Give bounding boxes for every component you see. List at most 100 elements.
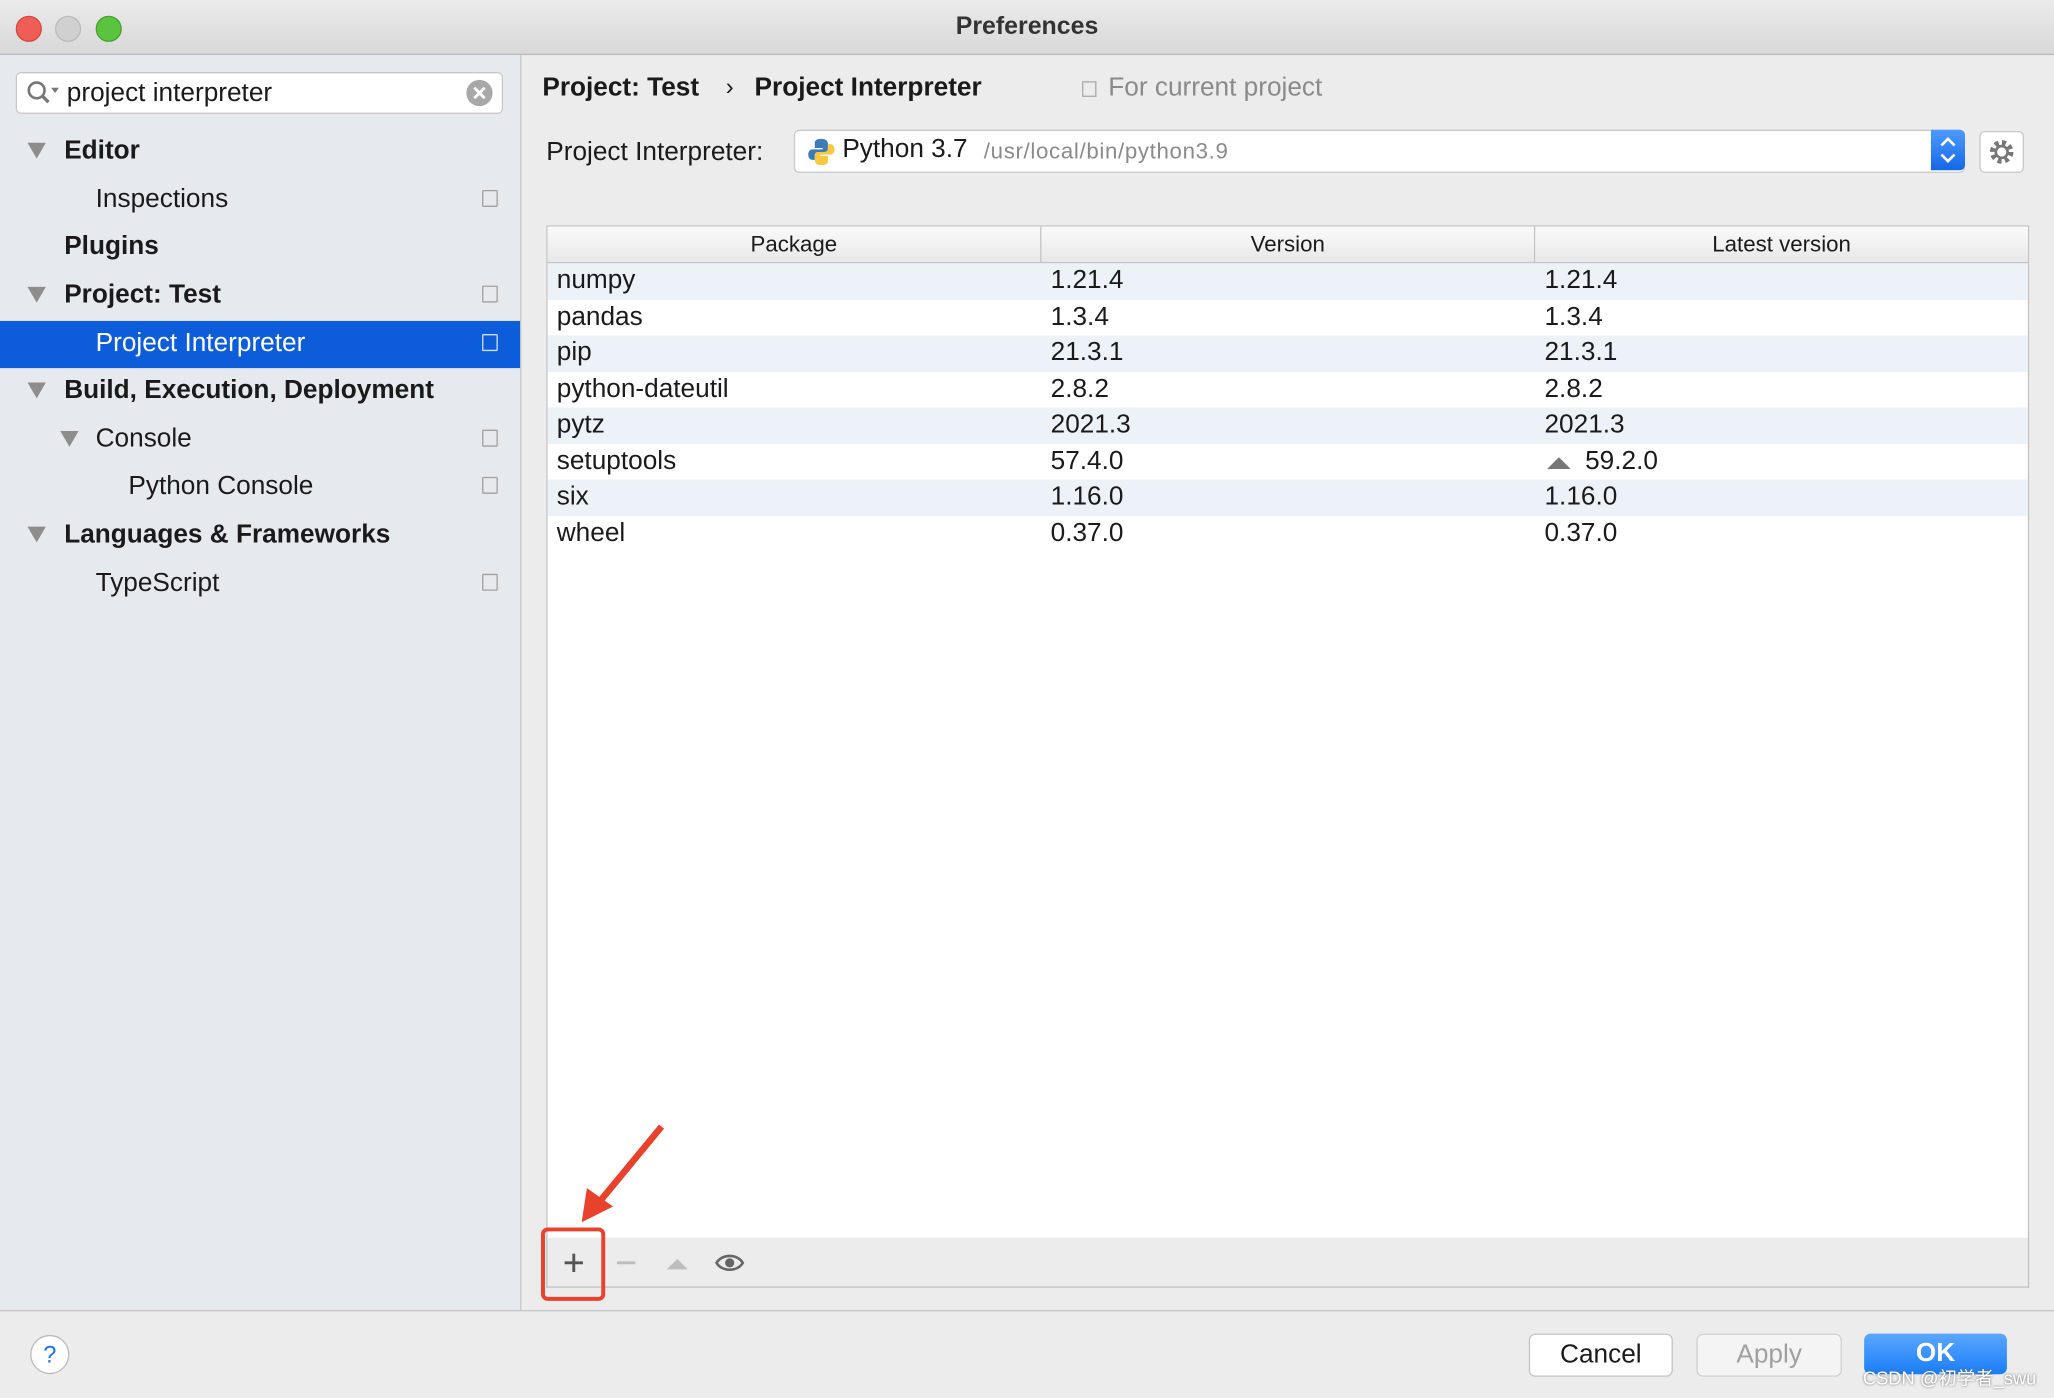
sidebar-item-label: TypeScript bbox=[95, 568, 220, 598]
sidebar-item-build[interactable]: Build, Execution, Deployment bbox=[0, 368, 520, 415]
expand-arrow-icon[interactable] bbox=[27, 142, 46, 159]
sidebar-item-python-console[interactable]: Python Console bbox=[0, 464, 520, 511]
sidebar-item-project-test[interactable]: Project: Test bbox=[0, 272, 520, 319]
package-name: pytz bbox=[556, 410, 605, 439]
column-header-package[interactable]: Package bbox=[547, 226, 1042, 264]
scope-label: For current project bbox=[1108, 73, 1323, 103]
sidebar-item-label: Console bbox=[95, 424, 192, 454]
upgrade-triangle-icon[interactable] bbox=[664, 1250, 690, 1276]
expand-arrow-icon[interactable] bbox=[27, 526, 46, 543]
table-row[interactable]: numpy 1.21.4 1.21.4 bbox=[547, 263, 2028, 300]
package-version: 2021.3 bbox=[1050, 410, 1131, 439]
package-version: 1.21.4 bbox=[1050, 265, 1124, 295]
preferences-window: Preferences project interpreter Editor I… bbox=[0, 0, 2054, 1398]
package-latest-version: 1.16.0 bbox=[1544, 482, 1618, 511]
copy-settings-icon bbox=[482, 573, 498, 591]
package-version: 57.4.0 bbox=[1050, 446, 1124, 475]
sidebar-item-label: Plugins bbox=[64, 231, 159, 261]
package-name: pip bbox=[556, 337, 592, 367]
help-button[interactable]: ? bbox=[30, 1334, 70, 1375]
breadcrumb-separator: › bbox=[725, 73, 734, 100]
sidebar-item-label: Project: Test bbox=[64, 280, 221, 310]
package-version: 2.8.2 bbox=[1050, 374, 1109, 403]
packages-toolbar bbox=[546, 1237, 2030, 1288]
package-version: 21.3.1 bbox=[1050, 337, 1124, 367]
package-latest-version: 2.8.2 bbox=[1544, 374, 1603, 403]
apply-button[interactable]: Apply bbox=[1696, 1333, 1842, 1377]
package-latest-version: 1.21.4 bbox=[1544, 265, 1618, 295]
annotation-highlight-box bbox=[541, 1227, 606, 1301]
sidebar-item-plugins[interactable]: Plugins bbox=[0, 224, 520, 271]
package-name: pandas bbox=[556, 301, 643, 331]
copy-settings-icon bbox=[482, 334, 498, 352]
expand-arrow-icon[interactable] bbox=[27, 286, 46, 303]
copy-settings-icon bbox=[482, 285, 498, 303]
clear-search-icon[interactable] bbox=[465, 79, 494, 108]
upgrade-available-icon bbox=[1547, 456, 1571, 469]
package-version: 0.37.0 bbox=[1050, 518, 1124, 547]
table-row[interactable]: pandas 1.3.4 1.3.4 bbox=[548, 299, 2028, 335]
interpreter-label: Project Interpreter: bbox=[546, 137, 764, 167]
table-row[interactable]: wheel 0.37.0 0.37.0 bbox=[548, 515, 2028, 551]
package-name: python-dateutil bbox=[556, 374, 729, 403]
package-latest-version: 1.3.4 bbox=[1544, 301, 1603, 331]
table-row[interactable]: six 1.16.0 1.16.0 bbox=[547, 479, 2028, 516]
sidebar-item-label: Project Interpreter bbox=[95, 328, 306, 358]
eye-icon[interactable] bbox=[714, 1248, 745, 1277]
settings-gear-button[interactable] bbox=[1979, 131, 2024, 173]
package-name: wheel bbox=[556, 518, 626, 547]
title-bar: Preferences bbox=[0, 0, 2054, 56]
packages-table: Package Version Latest version numpy 1.21… bbox=[546, 225, 2030, 1240]
python-icon bbox=[808, 138, 835, 166]
sidebar-item-label: Inspections bbox=[95, 184, 229, 214]
window-title: Preferences bbox=[955, 13, 1099, 41]
sidebar-item-editor[interactable]: Editor bbox=[0, 128, 520, 175]
sidebar: project interpreter Editor Inspections P… bbox=[0, 55, 522, 1310]
sidebar-item-console[interactable]: Console bbox=[0, 417, 520, 464]
package-latest-version: 0.37.0 bbox=[1544, 518, 1618, 547]
package-version: 1.16.0 bbox=[1050, 482, 1124, 511]
search-icon bbox=[27, 81, 59, 104]
interpreter-name: Python 3.7 bbox=[842, 134, 968, 164]
minus-icon[interactable] bbox=[613, 1250, 639, 1276]
package-latest-version: 2021.3 bbox=[1544, 410, 1625, 439]
dropdown-chevron-icon[interactable] bbox=[1930, 129, 1965, 171]
search-value: project interpreter bbox=[66, 78, 273, 108]
sidebar-item-project-interpreter[interactable]: Project Interpreter bbox=[0, 320, 521, 369]
package-version: 1.3.4 bbox=[1050, 301, 1109, 331]
interpreter-path: /usr/local/bin/python3.9 bbox=[983, 138, 1229, 164]
sidebar-item-label: Languages & Frameworks bbox=[64, 520, 391, 549]
package-name: numpy bbox=[556, 265, 636, 295]
gear-icon bbox=[1989, 140, 2014, 164]
table-row[interactable]: python-dateutil 2.8.2 2.8.2 bbox=[548, 371, 2028, 407]
sidebar-item-languages[interactable]: Languages & Frameworks bbox=[0, 512, 520, 559]
column-header-version[interactable]: Version bbox=[1041, 226, 1536, 264]
package-name: setuptools bbox=[556, 446, 677, 475]
sidebar-item-typescript[interactable]: TypeScript bbox=[0, 561, 520, 608]
package-name: six bbox=[556, 482, 589, 511]
main-panel: Project: Test › Project Interpreter For … bbox=[521, 55, 2054, 1310]
copy-settings-icon bbox=[1082, 81, 1097, 97]
expand-arrow-icon[interactable] bbox=[27, 382, 46, 399]
package-latest-version: 21.3.1 bbox=[1544, 337, 1618, 367]
package-latest-version: 59.2.0 bbox=[1585, 446, 1658, 475]
sidebar-item-inspections[interactable]: Inspections bbox=[0, 177, 520, 224]
table-row[interactable]: pip 21.3.1 21.3.1 bbox=[547, 335, 2028, 372]
copy-settings-icon bbox=[482, 189, 498, 207]
search-input[interactable]: project interpreter bbox=[15, 72, 504, 114]
expand-arrow-icon[interactable] bbox=[60, 430, 79, 447]
sidebar-item-label: Build, Execution, Deployment bbox=[64, 375, 434, 405]
table-row[interactable]: setuptools 57.4.0 59.2.0 bbox=[548, 443, 2028, 479]
sidebar-item-label: Python Console bbox=[128, 471, 314, 501]
sidebar-item-label: Editor bbox=[64, 136, 140, 166]
footer-divider bbox=[0, 1310, 2054, 1312]
breadcrumb-parent[interactable]: Project: Test bbox=[542, 73, 699, 103]
annotation-arrow-icon bbox=[581, 1124, 665, 1223]
column-header-latest-version[interactable]: Latest version bbox=[1535, 226, 2028, 264]
watermark: CSDN @初学者_swu bbox=[1862, 1367, 2037, 1389]
interpreter-select[interactable]: Python 3.7 /usr/local/bin/python3.9 bbox=[793, 129, 1965, 173]
copy-settings-icon bbox=[482, 429, 498, 447]
table-row[interactable]: pytz 2021.3 2021.3 bbox=[547, 407, 2028, 444]
breadcrumb-current: Project Interpreter bbox=[754, 73, 982, 103]
cancel-button[interactable]: Cancel bbox=[1528, 1333, 1673, 1377]
